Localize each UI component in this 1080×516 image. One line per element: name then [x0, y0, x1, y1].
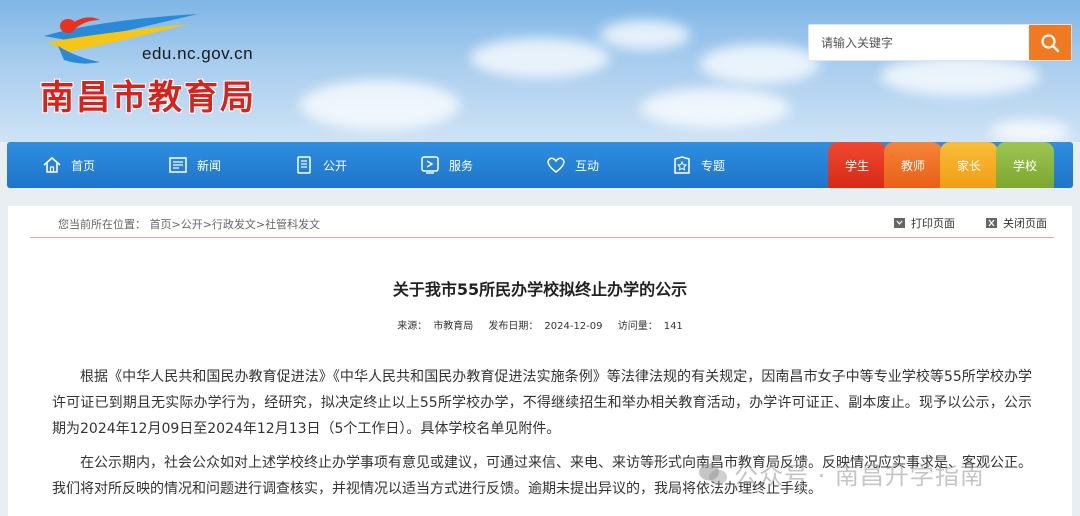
- breadcrumb-bar: 您当前所在位置： 首页>公开>行政发文>社管科发文 打印页面 关闭页面: [30, 206, 1054, 238]
- service-icon: [419, 154, 441, 176]
- cloud-decoration: [640, 88, 790, 128]
- topic-icon: [671, 154, 693, 176]
- nav-label: 专题: [701, 158, 726, 173]
- date-label: 发布日期：: [488, 321, 539, 332]
- print-label: 打印页面: [911, 217, 955, 230]
- date-value: 2024-12-09: [544, 321, 603, 332]
- print-button[interactable]: 打印页面: [894, 215, 955, 231]
- nav-item-topic[interactable]: 专题: [671, 142, 725, 188]
- nav-label: 新闻: [197, 158, 222, 173]
- document-list-icon: [293, 154, 315, 176]
- nav-label: 互动: [575, 158, 600, 173]
- cloud-decoration: [700, 44, 820, 84]
- cloud-decoration: [470, 38, 610, 78]
- cloud-decoration: [600, 20, 690, 50]
- search-box: [808, 24, 1072, 61]
- article-meta: 来源： 市教育局 发布日期： 2024-12-09 访问量： 141: [8, 317, 1072, 332]
- cloud-decoration: [300, 80, 460, 130]
- nav-label: 公开: [323, 158, 348, 173]
- source-label: 来源：: [397, 321, 428, 332]
- cloud-decoration: [990, 120, 1070, 142]
- search-button[interactable]: [1029, 25, 1071, 60]
- nav-item-interact[interactable]: 互动: [545, 142, 599, 188]
- tag-label: 学校: [1012, 158, 1037, 173]
- site-header: edu.nc.gov.cn 南昌市教育局: [0, 0, 1080, 142]
- article-body: 根据《中华人民共和国民办教育促进法》《中华人民共和国民办教育促进法实施条例》等法…: [52, 364, 1032, 510]
- tag-label: 教师: [900, 158, 925, 173]
- article-paragraph: 在公示期内，社会公众如对上述学校终止办学事项有意见或建议，可通过来信、来电、来访…: [52, 455, 1032, 497]
- tag-student[interactable]: 学生: [828, 142, 886, 188]
- nav-item-news[interactable]: 新闻: [167, 142, 221, 188]
- article-title: 关于我市55所民办学校拟终止办学的公示: [392, 280, 688, 299]
- breadcrumb-prefix: 您当前所在位置：: [58, 218, 146, 231]
- nav-item-public[interactable]: 公开: [293, 142, 347, 188]
- nav-label: 首页: [71, 158, 96, 173]
- cloud-decoration: [880, 56, 1040, 96]
- nav-label: 服务: [449, 158, 474, 173]
- heart-hands-icon: [545, 154, 567, 176]
- site-name: 南昌市教育局: [40, 78, 256, 118]
- print-icon: [894, 218, 905, 228]
- breadcrumb: 您当前所在位置： 首页>公开>行政发文>社管科发文: [58, 216, 320, 232]
- search-input[interactable]: [809, 25, 1031, 60]
- views-value: 141: [663, 321, 683, 332]
- article-panel: 您当前所在位置： 首页>公开>行政发文>社管科发文 打印页面 关闭页面 关于我市…: [8, 206, 1072, 516]
- search-icon: [1041, 33, 1060, 52]
- home-icon: [41, 154, 63, 176]
- nav-item-service[interactable]: 服务: [419, 142, 473, 188]
- site-logo[interactable]: edu.nc.gov.cn 南昌市教育局: [38, 6, 278, 126]
- tag-label: 家长: [956, 158, 981, 173]
- newspaper-icon: [167, 154, 189, 176]
- article-paragraph: 根据《中华人民共和国民办教育促进法》《中华人民共和国民办教育促进法实施条例》等法…: [52, 369, 1032, 437]
- tag-school[interactable]: 学校: [996, 142, 1054, 188]
- close-page-button[interactable]: 关闭页面: [986, 215, 1047, 231]
- views-label: 访问量：: [617, 321, 658, 332]
- tag-parent[interactable]: 家长: [940, 142, 998, 188]
- nav-item-home[interactable]: 首页: [41, 142, 95, 188]
- close-label: 关闭页面: [1003, 217, 1047, 230]
- tag-label: 学生: [844, 158, 869, 173]
- logo-emblem-icon: [44, 14, 198, 64]
- breadcrumb-path[interactable]: 首页>公开>行政发文>社管科发文: [150, 218, 321, 231]
- close-icon: [986, 218, 997, 228]
- tag-teacher[interactable]: 教师: [884, 142, 942, 188]
- source-value: 市教育局: [433, 321, 474, 332]
- site-domain: edu.nc.gov.cn: [142, 44, 254, 63]
